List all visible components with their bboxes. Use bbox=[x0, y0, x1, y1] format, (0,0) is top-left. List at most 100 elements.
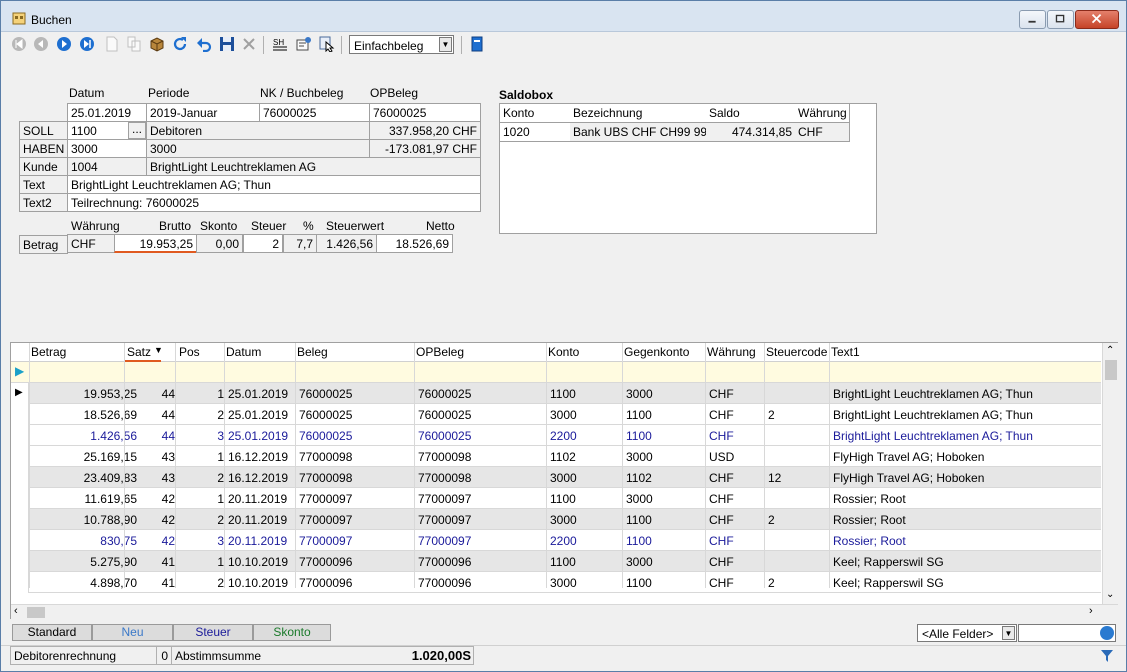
column-divider[interactable] bbox=[829, 343, 830, 588]
skonto-field[interactable]: 0,00 bbox=[196, 234, 243, 253]
column-divider[interactable] bbox=[29, 343, 30, 588]
row-selector[interactable] bbox=[11, 446, 29, 467]
col-header-datum[interactable]: Datum bbox=[226, 345, 261, 359]
saldobox-header-konto: Konto bbox=[500, 104, 571, 123]
book-icon[interactable] bbox=[468, 35, 486, 53]
scroll-up-icon[interactable]: ⌃ bbox=[1106, 345, 1114, 356]
col-header-satz[interactable]: Satz bbox=[127, 345, 151, 359]
cell-datum: 20.11.2019 bbox=[228, 492, 288, 506]
col-header-betrag[interactable]: Betrag bbox=[31, 345, 66, 359]
delete-icon[interactable] bbox=[240, 35, 258, 53]
column-divider[interactable] bbox=[705, 343, 706, 588]
column-divider[interactable] bbox=[224, 343, 225, 588]
tab-neu[interactable]: Neu bbox=[92, 624, 173, 641]
properties-icon[interactable] bbox=[295, 35, 313, 53]
status-sum: 1.020,00S bbox=[411, 648, 471, 663]
previous-record-icon[interactable] bbox=[32, 35, 50, 53]
saldobox-konto[interactable]: 1020 bbox=[500, 123, 571, 142]
column-divider[interactable] bbox=[175, 343, 176, 588]
filter-search-input[interactable] bbox=[1018, 624, 1116, 642]
datum-field[interactable]: 25.01.2019 bbox=[67, 103, 147, 122]
haben-label: HABEN bbox=[19, 139, 68, 158]
refresh-icon[interactable] bbox=[171, 35, 189, 53]
tab-standard[interactable]: Standard bbox=[12, 624, 92, 641]
column-divider[interactable] bbox=[295, 343, 296, 588]
steuer-field[interactable]: 2 bbox=[243, 234, 283, 253]
col-header-opbeleg[interactable]: OPBeleg bbox=[416, 345, 464, 359]
filter-icon[interactable] bbox=[1100, 649, 1114, 663]
cell-text1: Keel; Rapperswil SG bbox=[833, 576, 944, 590]
col-header-konto[interactable]: Konto bbox=[548, 345, 579, 359]
cell-satz: 41 bbox=[161, 576, 175, 590]
opbeleg-field[interactable]: 76000025 bbox=[369, 103, 481, 122]
cell-beleg: 77000096 bbox=[299, 576, 353, 590]
next-record-icon[interactable] bbox=[55, 35, 73, 53]
text2-field[interactable]: Teilrechnung: 76000025 bbox=[67, 193, 481, 212]
cell-konto: 1100 bbox=[550, 387, 576, 401]
soll-name: Debitoren bbox=[146, 121, 370, 140]
tab-steuer[interactable]: Steuer bbox=[173, 624, 253, 641]
scroll-left-icon[interactable]: ‹ bbox=[14, 605, 18, 617]
col-header-text1[interactable]: Text1 bbox=[831, 345, 860, 359]
beleg-type-select[interactable]: Einfachbeleg ▼ bbox=[349, 35, 454, 54]
cell-satz: 44 bbox=[161, 387, 175, 401]
col-header-gegenkonto[interactable]: Gegenkonto bbox=[624, 345, 689, 359]
row-selector[interactable] bbox=[11, 530, 29, 551]
nk-field[interactable]: 76000025 bbox=[259, 103, 370, 122]
column-divider[interactable] bbox=[124, 343, 125, 588]
cursor-select-icon[interactable] bbox=[318, 35, 336, 53]
scroll-down-icon[interactable]: ⌄ bbox=[1106, 589, 1114, 600]
cell-betrag: 19.953,25 bbox=[83, 387, 137, 401]
soll-lookup-button[interactable]: ... bbox=[128, 122, 146, 139]
column-divider[interactable] bbox=[622, 343, 623, 588]
last-record-icon[interactable] bbox=[78, 35, 96, 53]
column-divider[interactable] bbox=[764, 343, 765, 588]
vertical-scrollbar[interactable]: ⌃ ⌄ bbox=[1102, 343, 1118, 605]
row-selector[interactable] bbox=[11, 488, 29, 509]
col-header-beleg[interactable]: Beleg bbox=[297, 345, 328, 359]
haben-konto-field[interactable]: 3000 bbox=[67, 139, 147, 158]
column-divider[interactable] bbox=[414, 343, 415, 588]
filter-dropdown-icon[interactable]: ▼ bbox=[1002, 626, 1015, 640]
brutto-field[interactable]: 19.953,25 bbox=[114, 234, 197, 253]
chevron-down-icon[interactable]: ▼ bbox=[439, 37, 452, 52]
package-icon[interactable] bbox=[148, 35, 166, 53]
row-selector[interactable] bbox=[11, 509, 29, 530]
posting-split-icon[interactable]: SH bbox=[271, 35, 289, 53]
cell-datum: 16.12.2019 bbox=[228, 450, 289, 464]
new-document-icon[interactable] bbox=[103, 35, 121, 53]
col-header-steuercode[interactable]: Steuercode bbox=[766, 345, 827, 359]
cell-beleg: 77000098 bbox=[299, 471, 353, 485]
periode-field[interactable]: 2019-Januar bbox=[146, 103, 260, 122]
tab-skonto[interactable]: Skonto bbox=[253, 624, 331, 641]
scroll-thumb[interactable] bbox=[1105, 360, 1117, 380]
undo-icon[interactable] bbox=[195, 35, 213, 53]
copy-document-icon[interactable] bbox=[125, 35, 143, 53]
first-record-icon[interactable] bbox=[10, 35, 28, 53]
soll-amount: 337.958,20 CHF bbox=[369, 121, 481, 140]
row-selector[interactable] bbox=[11, 425, 29, 446]
maximize-button[interactable] bbox=[1047, 10, 1074, 29]
horizontal-scrollbar[interactable]: ‹ › bbox=[11, 604, 1118, 619]
search-icon[interactable] bbox=[1100, 626, 1114, 640]
row-selector[interactable] bbox=[11, 551, 29, 572]
cell-pos: 2 bbox=[217, 513, 224, 527]
netto-field[interactable]: 18.526,69 bbox=[376, 234, 453, 253]
row-selector[interactable] bbox=[11, 572, 29, 593]
svg-text:SH: SH bbox=[273, 38, 284, 47]
col-header-waehrung[interactable]: Währung bbox=[707, 345, 756, 359]
cell-konto: 2200 bbox=[550, 429, 577, 443]
hscroll-thumb[interactable] bbox=[27, 607, 45, 618]
row-selector[interactable]: ▶ bbox=[11, 383, 29, 404]
row-selector[interactable] bbox=[11, 467, 29, 488]
close-button[interactable] bbox=[1075, 10, 1119, 29]
field-filter-select[interactable]: <Alle Felder> ▼ bbox=[917, 624, 1017, 642]
col-header-pos[interactable]: Pos bbox=[179, 345, 200, 359]
save-icon[interactable] bbox=[218, 35, 236, 53]
cell-pos: 3 bbox=[217, 429, 224, 443]
row-selector[interactable] bbox=[11, 404, 29, 425]
text-field[interactable]: BrightLight Leuchtreklamen AG; Thun bbox=[67, 175, 481, 194]
column-divider[interactable] bbox=[546, 343, 547, 588]
scroll-right-icon[interactable]: › bbox=[1089, 605, 1093, 617]
minimize-button[interactable] bbox=[1019, 10, 1046, 29]
